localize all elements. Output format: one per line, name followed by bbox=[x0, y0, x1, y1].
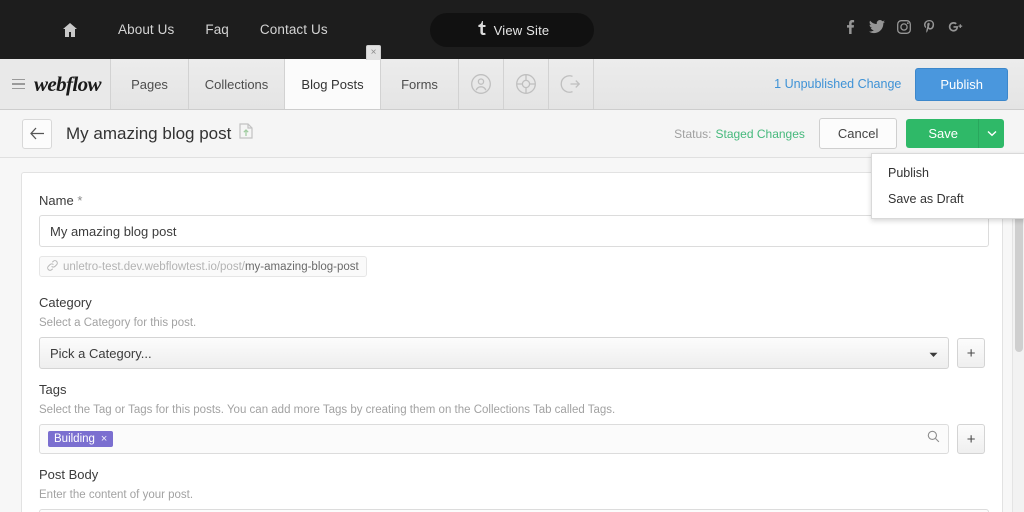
publish-button[interactable]: Publish bbox=[915, 67, 1008, 101]
required-mark: * bbox=[77, 193, 83, 208]
lifebuoy-icon[interactable] bbox=[504, 59, 549, 109]
category-select-value: Pick a Category... bbox=[50, 345, 152, 361]
site-nav-link-about-us[interactable]: About Us bbox=[118, 22, 174, 37]
save-menu-item-save-as-draft[interactable]: Save as Draft bbox=[872, 186, 1024, 212]
tab-collections-label: Collections bbox=[204, 76, 269, 92]
tab-bar-actions: 1 Unpublished Change Publish bbox=[774, 59, 1024, 109]
tab-collections[interactable]: Collections bbox=[189, 59, 285, 109]
instagram-icon[interactable] bbox=[897, 20, 911, 34]
webflow-logo-cell: webflow bbox=[0, 59, 111, 109]
site-nav: About Us Faq Contact Us bbox=[60, 20, 359, 40]
chevron-down-icon bbox=[987, 130, 996, 137]
tab-forms[interactable]: Forms bbox=[381, 59, 459, 109]
tab-close-icon[interactable]: × bbox=[366, 45, 381, 60]
app-screen: About Us Faq Contact Us View Site webflo… bbox=[0, 0, 1024, 512]
page-header: My amazing blog post Status: Staged Chan… bbox=[0, 110, 1024, 219]
tab-pages[interactable]: Pages bbox=[111, 59, 189, 109]
social-links bbox=[843, 20, 964, 34]
tags-input[interactable]: Building × bbox=[39, 424, 950, 454]
save-button-group: Save Publish Save as Draft bbox=[871, 119, 1024, 219]
webflow-logo[interactable]: webflow bbox=[34, 72, 102, 97]
tab-blog-posts[interactable]: Blog Posts × bbox=[285, 45, 381, 109]
unpublished-changes-link[interactable]: 1 Unpublished Change bbox=[774, 77, 901, 91]
back-button[interactable] bbox=[22, 118, 52, 149]
tab-blog-posts-label: Blog Posts bbox=[301, 76, 364, 92]
link-icon bbox=[47, 259, 58, 274]
category-field-label: Category bbox=[39, 295, 92, 310]
slug-name: my-amazing-blog-post bbox=[244, 260, 359, 273]
tab-bar-spacer bbox=[594, 59, 775, 109]
logout-icon[interactable] bbox=[549, 59, 594, 109]
tab-pages-label: Pages bbox=[131, 76, 168, 92]
home-icon[interactable] bbox=[60, 20, 80, 40]
slug-display[interactable]: unletro-test.dev.webflowtest.io/post/ my… bbox=[39, 256, 367, 277]
category-field-help: Select a Category for this post. bbox=[39, 317, 197, 329]
tags-row: Building × + bbox=[39, 424, 985, 454]
tab-forms-label: Forms bbox=[401, 76, 438, 92]
add-category-button[interactable]: + bbox=[957, 338, 985, 368]
blog-post-form-panel: Name * My amazing blog post unletro-test… bbox=[21, 172, 1003, 512]
category-row: Pick a Category... + bbox=[39, 337, 985, 369]
publish-document-icon[interactable] bbox=[239, 123, 253, 144]
tags-field-label: Tags bbox=[39, 382, 67, 397]
tumblr-t-icon bbox=[475, 20, 486, 40]
save-dropdown-menu: Publish Save as Draft bbox=[871, 153, 1024, 219]
cancel-button[interactable]: Cancel bbox=[818, 118, 898, 149]
site-nav-link-contact-us[interactable]: Contact Us bbox=[260, 22, 328, 37]
status-badge: Staged Changes bbox=[715, 126, 805, 141]
post-body-field-label: Post Body bbox=[39, 467, 99, 482]
slug-base: unletro-test.dev.webflowtest.io/post/ bbox=[63, 260, 245, 273]
page-header-actions: Status: Staged Changes Cancel Save Publi… bbox=[674, 118, 1024, 219]
category-select[interactable]: Pick a Category... bbox=[39, 337, 950, 369]
tag-chip-remove-icon[interactable]: × bbox=[101, 433, 107, 445]
save-menu-item-publish[interactable]: Publish bbox=[872, 160, 1024, 186]
site-nav-link-faq[interactable]: Faq bbox=[205, 22, 229, 37]
twitter-icon[interactable] bbox=[869, 20, 885, 34]
save-button[interactable]: Save bbox=[906, 119, 978, 148]
name-label-text: Name bbox=[39, 193, 74, 208]
post-body-field-help: Enter the content of your post. bbox=[39, 489, 194, 501]
view-site-label: View Site bbox=[493, 22, 550, 38]
caret-down-icon bbox=[929, 346, 938, 361]
view-site-button[interactable]: View Site bbox=[430, 13, 594, 47]
tag-chip: Building × bbox=[48, 431, 114, 447]
tag-chip-label: Building bbox=[54, 433, 95, 445]
name-field-label: Name * bbox=[39, 193, 985, 208]
tags-field-help: Select the Tag or Tags for this posts. Y… bbox=[39, 404, 616, 416]
account-icon[interactable] bbox=[459, 59, 504, 109]
google-plus-icon[interactable] bbox=[948, 20, 964, 34]
pinterest-icon[interactable] bbox=[923, 20, 936, 34]
page-title: My amazing blog post bbox=[66, 123, 232, 143]
save-dropdown-toggle[interactable] bbox=[978, 119, 1004, 148]
site-top-bar: About Us Faq Contact Us View Site bbox=[0, 0, 1024, 59]
search-icon[interactable] bbox=[927, 430, 940, 448]
status-label: Status: bbox=[674, 126, 712, 141]
add-tag-button[interactable]: + bbox=[957, 424, 985, 454]
facebook-icon[interactable] bbox=[843, 20, 857, 34]
name-input[interactable]: My amazing blog post bbox=[39, 215, 989, 247]
hamburger-icon[interactable] bbox=[12, 78, 25, 90]
webflow-tab-bar: webflow Pages Collections Blog Posts × F… bbox=[0, 45, 1024, 110]
